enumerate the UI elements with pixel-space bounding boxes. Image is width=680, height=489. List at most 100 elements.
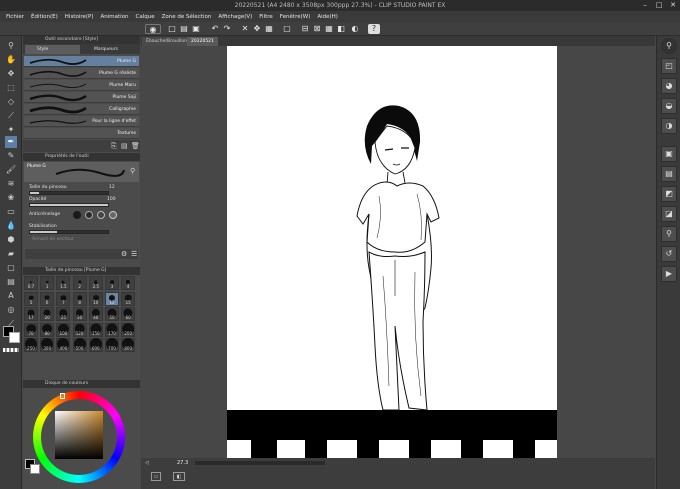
stabilization-slider[interactable] xyxy=(29,230,109,234)
canvas-paper[interactable] xyxy=(227,46,557,466)
brush-item[interactable]: Calligraphie xyxy=(24,104,139,115)
antialias-low[interactable] xyxy=(85,211,93,219)
brush-item[interactable]: Plume G réaliste xyxy=(24,68,139,79)
figure-icon[interactable]: ▢ xyxy=(5,262,17,274)
menu-selection[interactable]: Zone de Sélection xyxy=(162,14,212,20)
brush-item[interactable]: Pour la ligne d'effet xyxy=(24,116,139,127)
snap-icon[interactable]: ⊟ xyxy=(300,24,310,34)
menu-icon[interactable]: ☰ xyxy=(131,250,137,258)
brush-size-cell[interactable]: 8 xyxy=(72,291,87,306)
brush-size-cell[interactable]: 17 xyxy=(24,307,38,321)
brush-size-cell[interactable]: 800 xyxy=(121,338,136,352)
brush-size-cell[interactable]: 500 xyxy=(72,338,87,352)
menu-calque[interactable]: Calque xyxy=(136,14,155,20)
zoom-slider[interactable] xyxy=(195,461,325,465)
antialias-high[interactable] xyxy=(109,211,117,219)
brush-size-cell[interactable]: 25 xyxy=(56,307,71,321)
hand-icon[interactable]: ✋ xyxy=(5,54,17,66)
brush-size-cell[interactable]: 150 xyxy=(88,322,103,337)
tab-document[interactable]: Ébauche(Brouillon) xyxy=(142,37,193,46)
brush-size-cell[interactable]: 20 xyxy=(40,307,55,321)
autoaction-icon[interactable]: ▶ xyxy=(661,266,677,282)
minimize-icon[interactable]: – xyxy=(638,0,652,11)
brush-size-cell[interactable]: 1.5 xyxy=(56,276,71,290)
brush-size-cell[interactable]: 6 xyxy=(40,291,55,306)
new-subtool-icon[interactable]: ▤ xyxy=(121,142,128,150)
menu-animation[interactable]: Animation xyxy=(101,14,129,20)
brush-size-cell[interactable]: 30 xyxy=(72,307,87,321)
gradient-icon[interactable]: ◒ xyxy=(661,98,677,114)
brush-item[interactable]: Plume Maru xyxy=(24,80,139,91)
layer-icon[interactable]: ◧ xyxy=(336,24,346,34)
balloon-icon[interactable]: ◎ xyxy=(5,304,17,316)
brush-size-cell[interactable]: 2.5 xyxy=(88,276,103,290)
save-icon[interactable]: ▣ xyxy=(191,24,201,34)
brush-size-cell[interactable]: 600 xyxy=(88,338,103,352)
color-icon[interactable]: ◐ xyxy=(350,24,360,34)
ruler-icon[interactable]: ⊠ xyxy=(312,24,322,34)
tab-style[interactable]: Style xyxy=(25,45,80,54)
open-icon[interactable]: ▤ xyxy=(179,24,189,34)
brush-size-cell[interactable]: 300 xyxy=(40,338,55,352)
menu-fenetre[interactable]: Fenêtre(W) xyxy=(280,14,311,20)
eye-icon[interactable]: ◉ xyxy=(145,24,161,34)
sequence-icon[interactable]: ▤ xyxy=(661,166,677,182)
brush-size-cell[interactable]: 50 xyxy=(105,307,119,321)
brush-size-cell[interactable]: 2 xyxy=(72,276,87,290)
brush-size-cell[interactable]: 7 xyxy=(56,291,71,306)
fill-icon[interactable]: ▦ xyxy=(264,24,274,34)
search-layer-icon[interactable]: ⚲ xyxy=(661,226,677,242)
cps-icon[interactable]: ? xyxy=(368,24,380,34)
close-icon[interactable]: ✕ xyxy=(666,0,680,11)
size-slider[interactable] xyxy=(29,191,109,195)
brush-size-cell[interactable]: 5 xyxy=(24,291,38,306)
frame-icon[interactable]: ▤ xyxy=(5,276,17,288)
magic-wand-icon[interactable]: ✦ xyxy=(5,124,17,136)
deselect-icon[interactable]: ▢ xyxy=(282,24,292,34)
layer-icon[interactable]: ◰ xyxy=(661,58,677,74)
select-icon[interactable]: ⬚ xyxy=(5,82,17,94)
brush-size-cell[interactable]: 0.7 xyxy=(24,276,38,290)
brush-size-cell[interactable]: 40 xyxy=(88,307,103,321)
brush-icon[interactable]: 🖌 xyxy=(5,164,17,176)
history-icon[interactable]: ↺ xyxy=(661,246,677,262)
delete-icon[interactable]: 🗑 xyxy=(131,142,140,150)
zoom-value[interactable]: 27.3 xyxy=(177,460,188,466)
brush-size-cell[interactable]: 10 xyxy=(88,291,103,306)
menu-affichage[interactable]: Affichage(V) xyxy=(218,14,252,20)
lasso-icon[interactable]: ◇ xyxy=(5,96,17,108)
pencil-icon[interactable]: ✎ xyxy=(5,150,17,162)
brush-size-cell[interactable]: 15 xyxy=(121,291,136,306)
layer-property-icon[interactable]: ◩ xyxy=(661,186,677,202)
menu-aide[interactable]: Aide(H) xyxy=(317,14,338,20)
brush-size-cell[interactable]: 1 xyxy=(40,276,55,290)
brush-size-cell[interactable]: 70 xyxy=(24,322,38,337)
tab-marqueurs[interactable]: Marqueurs xyxy=(82,45,138,54)
antialias-medium[interactable] xyxy=(97,211,105,219)
transparent-color-swatch[interactable] xyxy=(3,348,19,352)
palette-icon[interactable]: ◑ xyxy=(661,118,677,134)
redo-icon[interactable]: ↷ xyxy=(222,24,232,34)
blend-icon[interactable]: 💧 xyxy=(5,220,17,232)
brush-size-cell[interactable]: 80 xyxy=(40,322,55,337)
move-icon[interactable]: ✥ xyxy=(5,68,17,80)
brush-size-cell[interactable]: 100 xyxy=(56,322,71,337)
zoom-icon[interactable]: ⚲ xyxy=(5,40,17,52)
sub-color-chip[interactable] xyxy=(30,464,40,474)
item-icon[interactable]: ◪ xyxy=(661,206,677,222)
gradient-icon[interactable]: ▰ xyxy=(5,248,17,260)
tab-document[interactable]: 20220521 xyxy=(187,37,218,46)
grid-icon[interactable]: ▦ xyxy=(324,24,334,34)
brush-size-cell[interactable]: 170 xyxy=(105,322,119,337)
wrench-icon[interactable]: ⚙ xyxy=(121,250,127,258)
sub-color-swatch[interactable] xyxy=(9,332,20,343)
search-icon[interactable]: ⚲ xyxy=(130,167,135,175)
airbrush-icon[interactable]: ≋ xyxy=(5,178,17,190)
brush-size-cell[interactable]: 400 xyxy=(56,338,71,352)
color-icon[interactable]: ◕ xyxy=(661,78,677,94)
opacity-slider[interactable] xyxy=(29,203,109,207)
view-icon[interactable]: ▭ xyxy=(151,472,161,481)
zoom-icon[interactable]: ⚲ xyxy=(661,38,677,54)
clear-icon[interactable]: ✕ xyxy=(240,24,250,34)
menu-filtre[interactable]: Filtre xyxy=(259,14,273,20)
